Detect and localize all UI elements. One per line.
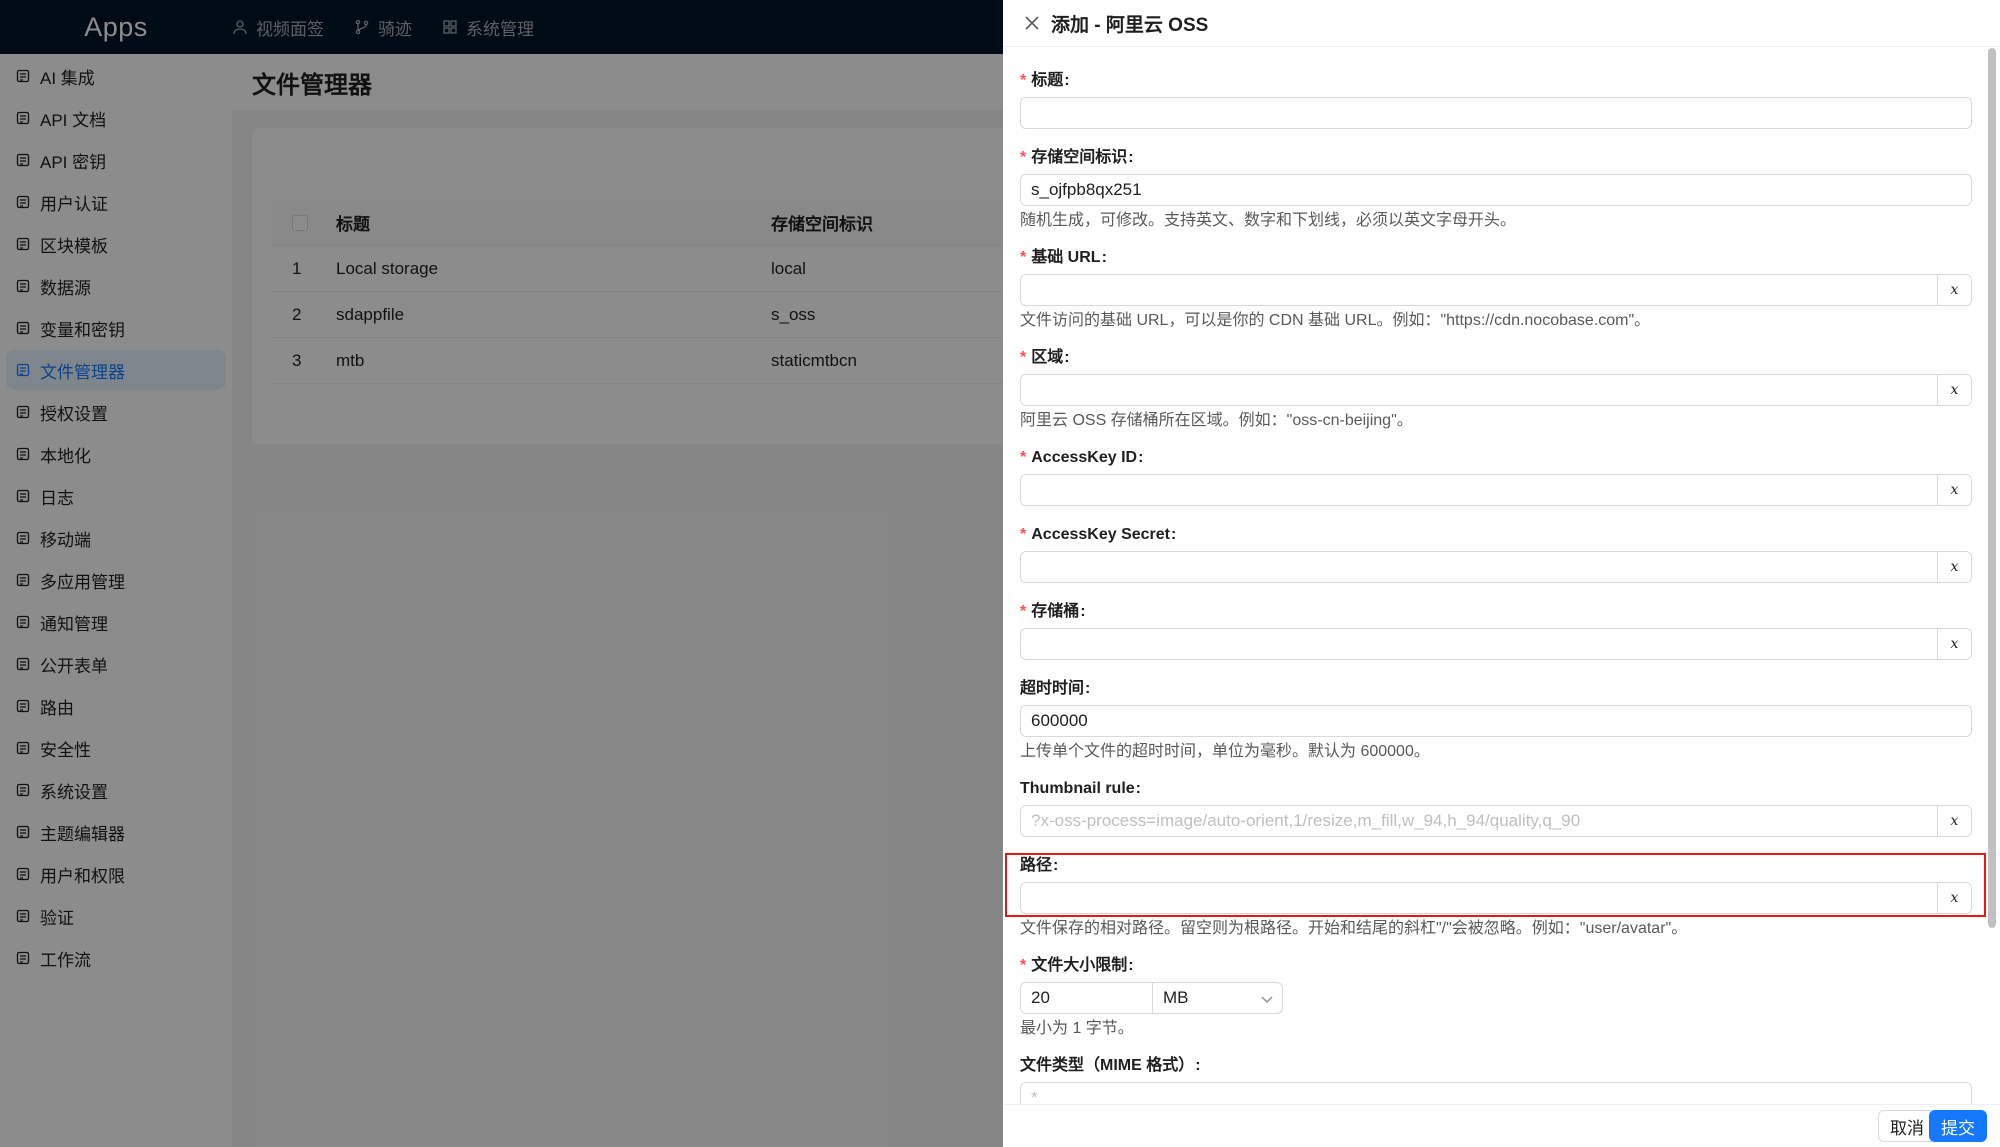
size-limit-group: 20 MB — [1020, 982, 1283, 1014]
variable-toggle-button[interactable]: x — [1937, 629, 1971, 659]
field-label: * 文件大小限制: — [1020, 957, 1134, 974]
drawer-header: 添加 - 阿里云 OSS — [1003, 0, 2000, 47]
size-limit-input[interactable]: 20 — [1020, 982, 1153, 1014]
access-key-secret-input[interactable]: x — [1020, 551, 1972, 583]
field-label: * AccessKey Secret: — [1020, 526, 1177, 543]
required-mark: * — [1020, 249, 1027, 266]
field-help: 上传单个文件的超时时间，单位为毫秒。默认为 600000。 — [1020, 743, 1430, 760]
field-region: * 区域: x 阿里云 OSS 存储桶所在区域。例如："oss-cn-beijin… — [1020, 347, 1972, 432]
required-mark: * — [1020, 349, 1027, 366]
variable-toggle-button[interactable]: x — [1937, 275, 1971, 305]
field-help: 最小为 1 字节。 — [1020, 1020, 1134, 1037]
required-mark: * — [1020, 526, 1027, 543]
field-timeout: 超时时间: 600000 上传单个文件的超时时间，单位为毫秒。默认为 60000… — [1020, 678, 1972, 763]
field-label: 超时时间: — [1020, 680, 1091, 697]
drawer-scrollbar[interactable] — [1988, 48, 1996, 928]
field-label: * AccessKey ID: — [1020, 449, 1144, 466]
field-label: * 区域: — [1020, 349, 1070, 366]
field-label: 文件类型（MIME 格式）: — [1020, 1057, 1201, 1074]
field-base-url: * 基础 URL: x 文件访问的基础 URL，可以是你的 CDN 基础 URL。… — [1020, 247, 1972, 332]
storage-name-input[interactable]: s_ojfpb8qx251 — [1020, 174, 1972, 206]
drawer-mask-overlay[interactable] — [0, 0, 1003, 1147]
field-storage-name: * 存储空间标识: s_ojfpb8qx251 随机生成，可修改。支持英文、数字和… — [1020, 147, 1972, 232]
add-storage-drawer: 添加 - 阿里云 OSS * 标题: * 存储空间标识: s_ojfpb8qx251… — [1003, 0, 2000, 1147]
field-label: * 存储空间标识: — [1020, 149, 1134, 166]
field-label: Thumbnail rule: — [1020, 780, 1141, 797]
region-input[interactable]: x — [1020, 374, 1972, 406]
bucket-input[interactable]: x — [1020, 628, 1972, 660]
field-bucket: * 存储桶: x — [1020, 601, 1972, 660]
size-unit-select[interactable]: MB — [1153, 982, 1283, 1014]
field-label: * 标题: — [1020, 72, 1070, 89]
submit-button[interactable]: 提交 — [1929, 1110, 1987, 1142]
variable-toggle-button[interactable]: x — [1937, 806, 1971, 836]
field-help: 文件保存的相对路径。留空则为根路径。开始和结尾的斜杠"/"会被忽略。例如："us… — [1020, 920, 1688, 937]
drawer-title: 添加 - 阿里云 OSS — [1051, 14, 1209, 36]
field-thumbnail-rule: Thumbnail rule: ?x-oss-process=image/aut… — [1020, 778, 1972, 837]
field-help: 随机生成，可修改。支持英文、数字和下划线，必须以英文字母开头。 — [1020, 212, 1517, 229]
field-help: 阿里云 OSS 存储桶所在区域。例如："oss-cn-beijing"。 — [1020, 412, 1413, 429]
required-mark: * — [1020, 449, 1027, 466]
access-key-id-input[interactable]: x — [1020, 474, 1972, 506]
field-access-key-secret: * AccessKey Secret: x — [1020, 524, 1972, 583]
field-label: * 存储桶: — [1020, 603, 1086, 620]
variable-toggle-button[interactable]: x — [1937, 475, 1971, 505]
field-size-limit: * 文件大小限制: 20 MB 最小为 1 字节。 — [1020, 955, 1972, 1040]
required-mark: * — [1020, 957, 1027, 974]
title-input[interactable] — [1020, 97, 1972, 129]
field-label: * 基础 URL: — [1020, 249, 1107, 266]
variable-toggle-button[interactable]: x — [1937, 552, 1971, 582]
required-mark: * — [1020, 603, 1027, 620]
drawer-footer: 取消 提交 — [1003, 1104, 2000, 1147]
chevron-down-icon — [1261, 996, 1273, 1003]
field-help: 文件访问的基础 URL，可以是你的 CDN 基础 URL。例如："https:/… — [1020, 312, 1651, 329]
base-url-input[interactable]: x — [1020, 274, 1972, 306]
required-mark: * — [1020, 72, 1027, 89]
close-icon[interactable] — [1023, 14, 1041, 32]
size-unit-value: MB — [1163, 988, 1189, 1007]
field-access-key-id: * AccessKey ID: x — [1020, 447, 1972, 506]
mime-input[interactable]: * — [1020, 1082, 1972, 1104]
thumbnail-rule-input[interactable]: ?x-oss-process=image/auto-orient,1/resiz… — [1020, 805, 1972, 837]
drawer-form: * 标题: * 存储空间标识: s_ojfpb8qx251 随机生成，可修改。支持英… — [1003, 47, 2000, 1104]
required-mark: * — [1020, 149, 1027, 166]
field-mime: 文件类型（MIME 格式）: * — [1020, 1055, 1972, 1104]
timeout-input[interactable]: 600000 — [1020, 705, 1972, 737]
field-title: * 标题: — [1020, 70, 1972, 129]
cancel-button[interactable]: 取消 — [1878, 1110, 1936, 1142]
variable-toggle-button[interactable]: x — [1937, 375, 1971, 405]
path-field-highlight-box — [1005, 853, 1986, 917]
